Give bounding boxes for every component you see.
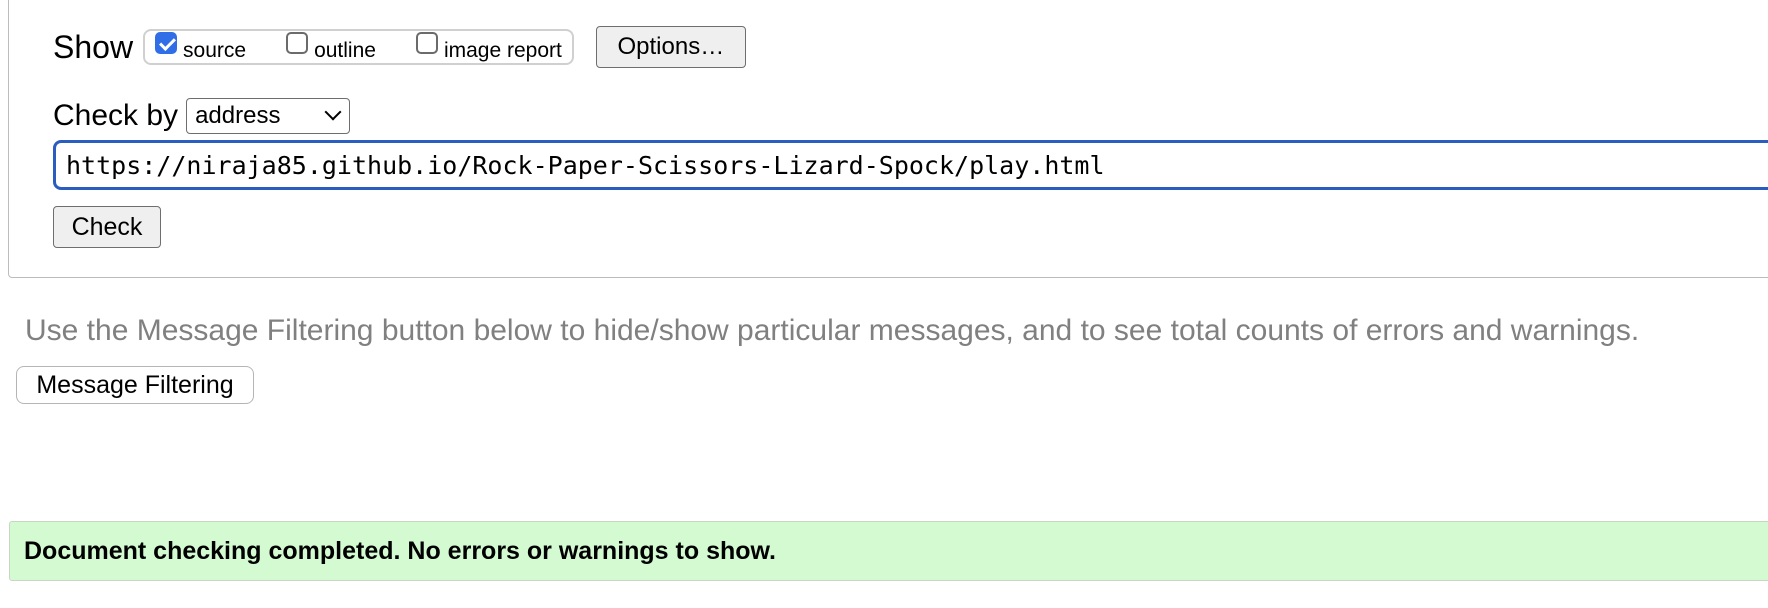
image-report-checkbox[interactable] [415, 32, 438, 54]
show-source-option[interactable]: source [155, 32, 246, 62]
options-button[interactable]: Options… [595, 26, 746, 68]
check-by-select[interactable]: address [186, 98, 351, 134]
check-by-row: Check by address [53, 96, 351, 136]
show-image-report-option[interactable]: image report [415, 32, 562, 62]
check-by-label: Check by [53, 99, 179, 132]
source-checkbox[interactable] [155, 32, 178, 54]
chevron-down-icon [324, 103, 342, 121]
outline-checkbox[interactable] [286, 32, 309, 54]
message-filtering-hint: Use the Message Filtering button below t… [25, 314, 1640, 347]
outline-label: outline [314, 39, 376, 62]
validator-page: Show source outline image report Options… [0, 0, 1768, 608]
check-button[interactable]: Check [53, 206, 161, 248]
message-filtering-button[interactable]: Message Filtering [16, 366, 254, 404]
url-input-value: https://niraja85.github.io/Rock-Paper-Sc… [66, 150, 1105, 180]
show-outline-option[interactable]: outline [286, 32, 376, 62]
result-success-banner: Document checking completed. No errors o… [9, 521, 1768, 581]
source-label: source [183, 39, 247, 62]
result-message: Document checking completed. No errors o… [24, 536, 776, 565]
check-by-selected-value: address [195, 102, 281, 129]
image-report-label: image report [443, 39, 562, 62]
show-options-row: Show source outline image report Options… [53, 24, 746, 70]
show-label: Show [53, 28, 134, 65]
url-input[interactable]: https://niraja85.github.io/Rock-Paper-Sc… [53, 140, 1768, 190]
show-options-group: source outline image report [143, 29, 574, 65]
